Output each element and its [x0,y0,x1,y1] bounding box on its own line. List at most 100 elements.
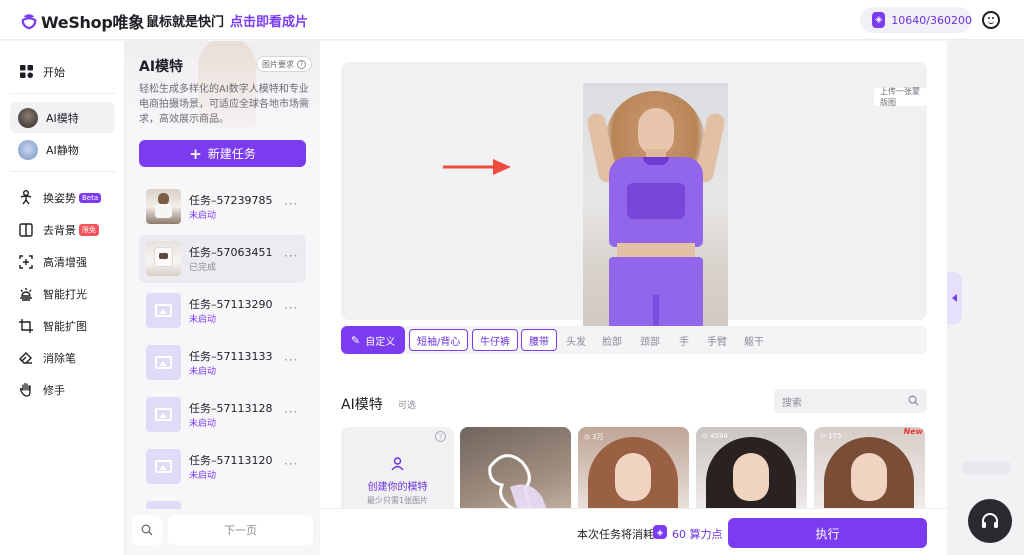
custom-label: 自定义 [365,336,396,348]
task-thumbnail [146,189,181,224]
more-options-icon[interactable]: ··· [284,405,298,419]
sidebar-item-pose[interactable]: 换姿势 Beta [10,182,115,213]
points-balance[interactable]: ◈ 10640/360200 [860,7,972,33]
create-model-hint: 最少只需1张图片 [366,496,429,505]
sidebar-item-eraser[interactable]: 消除笔 [10,342,115,373]
cost-label: 本次任务将消耗 [577,528,654,541]
task-name: 任务–57113133 [189,350,273,363]
image-requirements-button[interactable]: 图片要求 ? [256,56,312,72]
task-item[interactable]: 任务–57113128 未启动 ··· [139,391,306,439]
image-placeholder-icon [146,293,181,328]
model-card[interactable]: ⊙ 3万 [578,427,689,517]
image-placeholder-icon [146,449,181,484]
search-placeholder: 搜索 [782,397,802,409]
task-status: 已完成 [189,263,217,273]
sidebar-item-label: 消除笔 [43,351,76,365]
task-item[interactable]: 任务–57063451 已完成 ··· [139,235,306,283]
task-search-button[interactable] [132,515,162,545]
pose-icon [18,190,34,206]
more-options-icon[interactable]: ··· [284,249,298,263]
task-name: 任务–57113128 [189,402,273,415]
tag-neck[interactable]: 颈部 [633,329,667,351]
more-options-icon[interactable]: ··· [284,353,298,367]
logo[interactable]: WeShop唯象 [20,9,144,33]
task-name: 任务–57113120 [189,454,273,467]
model-card[interactable]: ⊙ 4594 [696,427,807,517]
pen-icon: ✎ [351,333,361,347]
model-card[interactable] [460,427,571,517]
person-icon [391,457,404,471]
tag-torso[interactable]: 躯干 [737,329,771,351]
tag-belt[interactable]: 腰带 [521,329,557,351]
upload-mask-button[interactable]: 上传一张蒙版图 [874,87,927,107]
more-options-icon[interactable]: ··· [284,301,298,315]
image-placeholder-icon [146,345,181,380]
background-placeholder [962,461,1010,474]
custom-mask-button[interactable]: ✎ 自定义 [341,326,406,354]
tag-hand[interactable]: 手 [672,329,696,351]
popularity-count: ⊙ 3万 [584,433,604,441]
task-item[interactable]: 任务–57113290 未启动 ··· [139,287,306,335]
help-circle-icon[interactable]: ? [435,431,446,442]
search-icon [908,395,919,406]
sidebar-item-relight[interactable]: 智能打光 [10,278,115,309]
mask-outline-overlay [488,454,550,517]
logo-icon [21,14,37,30]
search-icon [141,524,153,536]
sidebar-item-expand[interactable]: 智能扩图 [10,310,115,341]
task-status: 未启动 [189,471,217,481]
task-item[interactable]: 任务–57113133 未启动 ··· [139,339,306,387]
next-page-button[interactable]: 下一页 [168,515,313,545]
customer-support-button[interactable] [968,499,1012,543]
tag-arm[interactable]: 手臂 [700,329,734,351]
model-card[interactable]: ⊙ 175 New [814,427,925,517]
task-item[interactable]: 任务–57239785 未启动 ··· [139,183,306,231]
points-icon: ◈ [872,12,886,28]
task-name: 任务–57239785 [189,194,273,207]
create-model-label: 创建你的模特 [367,482,428,493]
task-status: 未启动 [189,419,217,429]
sidebar-item-enhance[interactable]: 高清增强 [10,246,115,277]
tag-hair[interactable]: 头发 [559,329,593,351]
more-options-icon[interactable]: ··· [284,197,298,211]
ai-model-avatar [18,107,38,128]
sidebar-divider [10,171,115,172]
new-task-label: 新建任务 [207,147,256,161]
tag-jeans[interactable]: 牛仔裤 [472,329,518,351]
sidebar-item-label: 智能扩图 [43,319,87,333]
slogan-main: 鼠标就是快门 [146,15,225,30]
sidebar-item-ai-still[interactable]: AI静物 [10,134,115,165]
model-search-input[interactable]: 搜索 [774,389,927,413]
sidebar-item-fix-hand[interactable]: 修手 [10,374,115,405]
sidebar-item-label: 高清增强 [43,255,87,269]
book-icon [18,222,34,238]
light-icon [18,286,34,302]
task-status: 未启动 [189,211,217,221]
task-thumbnail [146,241,181,276]
sidebar-item-ai-model[interactable]: AI模特 [10,102,115,133]
sidebar-item-start[interactable]: 开始 [10,56,115,87]
user-avatar-icon[interactable] [982,11,1000,29]
header-slogan: 鼠标就是快门 点击即看成片 [146,11,308,30]
hand-icon [18,382,34,398]
tag-face[interactable]: 脸部 [595,329,629,351]
create-model-card[interactable]: ? 创建你的模特 最少只需1张图片 [341,427,454,517]
tag-short-sleeve[interactable]: 短袖/背心 [409,329,469,351]
panel-description: 轻松生成多样化的AI数字人模特和专业电商拍摄场景，可适应全球各地市场需求，高效展… [139,84,309,125]
popularity-count: ⊙ 175 [820,432,842,440]
more-options-icon[interactable]: ··· [284,457,298,471]
expand-panel-toggle[interactable] [947,272,962,324]
headset-icon [982,513,998,528]
sidebar-item-remove-bg[interactable]: 去背景 限免 [10,214,115,245]
help-circle-icon: ? [297,59,306,69]
task-item[interactable]: 任务–57113120 未启动 ··· [139,443,306,491]
task-item-partial[interactable] [139,495,306,509]
beta-badge: Beta [79,192,102,203]
task-name: 任务–57063451 [189,246,273,259]
image-canvas[interactable]: 上传一张蒙版图 [341,62,927,341]
requirements-label: 图片要求 [262,59,294,69]
new-task-button[interactable]: + 新建任务 [139,140,306,167]
image-placeholder-icon [146,501,181,509]
run-button[interactable]: 执行 [728,518,927,548]
sidebar-item-label: AI模特 [46,111,79,125]
